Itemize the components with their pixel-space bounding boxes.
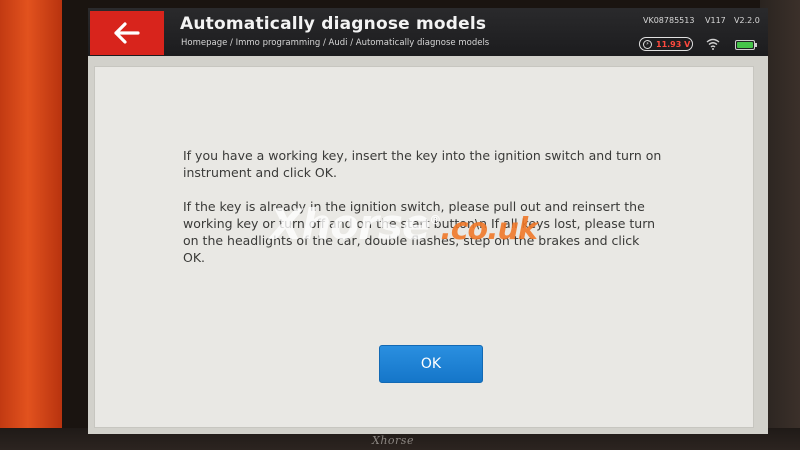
device-bezel-left	[0, 0, 62, 450]
battery-icon	[735, 40, 757, 50]
device-brand-logo: Xhorse	[372, 434, 414, 447]
message-dialog: If you have a working key, insert the ke…	[94, 66, 754, 428]
dialog-message: If you have a working key, insert the ke…	[183, 147, 663, 266]
page-title: Automatically diagnose models	[180, 14, 487, 34]
ok-button[interactable]: OK	[379, 345, 483, 383]
device-screen: Automatically diagnose models Homepage /…	[88, 8, 768, 434]
voltage-reading: 11.93 V	[656, 39, 691, 49]
left-arrow-icon	[114, 22, 140, 44]
message-paragraph-2: If the key is already in the ignition sw…	[183, 199, 656, 265]
software-version: V2.2.0	[734, 16, 760, 25]
device-serial: VK08785513	[643, 16, 695, 25]
app-header: Automatically diagnose models Homepage /…	[88, 8, 768, 56]
hardware-version: V117	[705, 16, 726, 25]
back-button[interactable]	[90, 11, 164, 55]
battery-level	[737, 42, 753, 48]
wifi-icon	[706, 38, 720, 50]
voltage-badge: ⚡ 11.93 V	[639, 37, 693, 51]
breadcrumb: Homepage / Immo programming / Audi / Aut…	[181, 38, 490, 48]
voltage-gauge-icon: ⚡	[643, 39, 652, 49]
message-paragraph-1: If you have a working key, insert the ke…	[183, 148, 662, 180]
